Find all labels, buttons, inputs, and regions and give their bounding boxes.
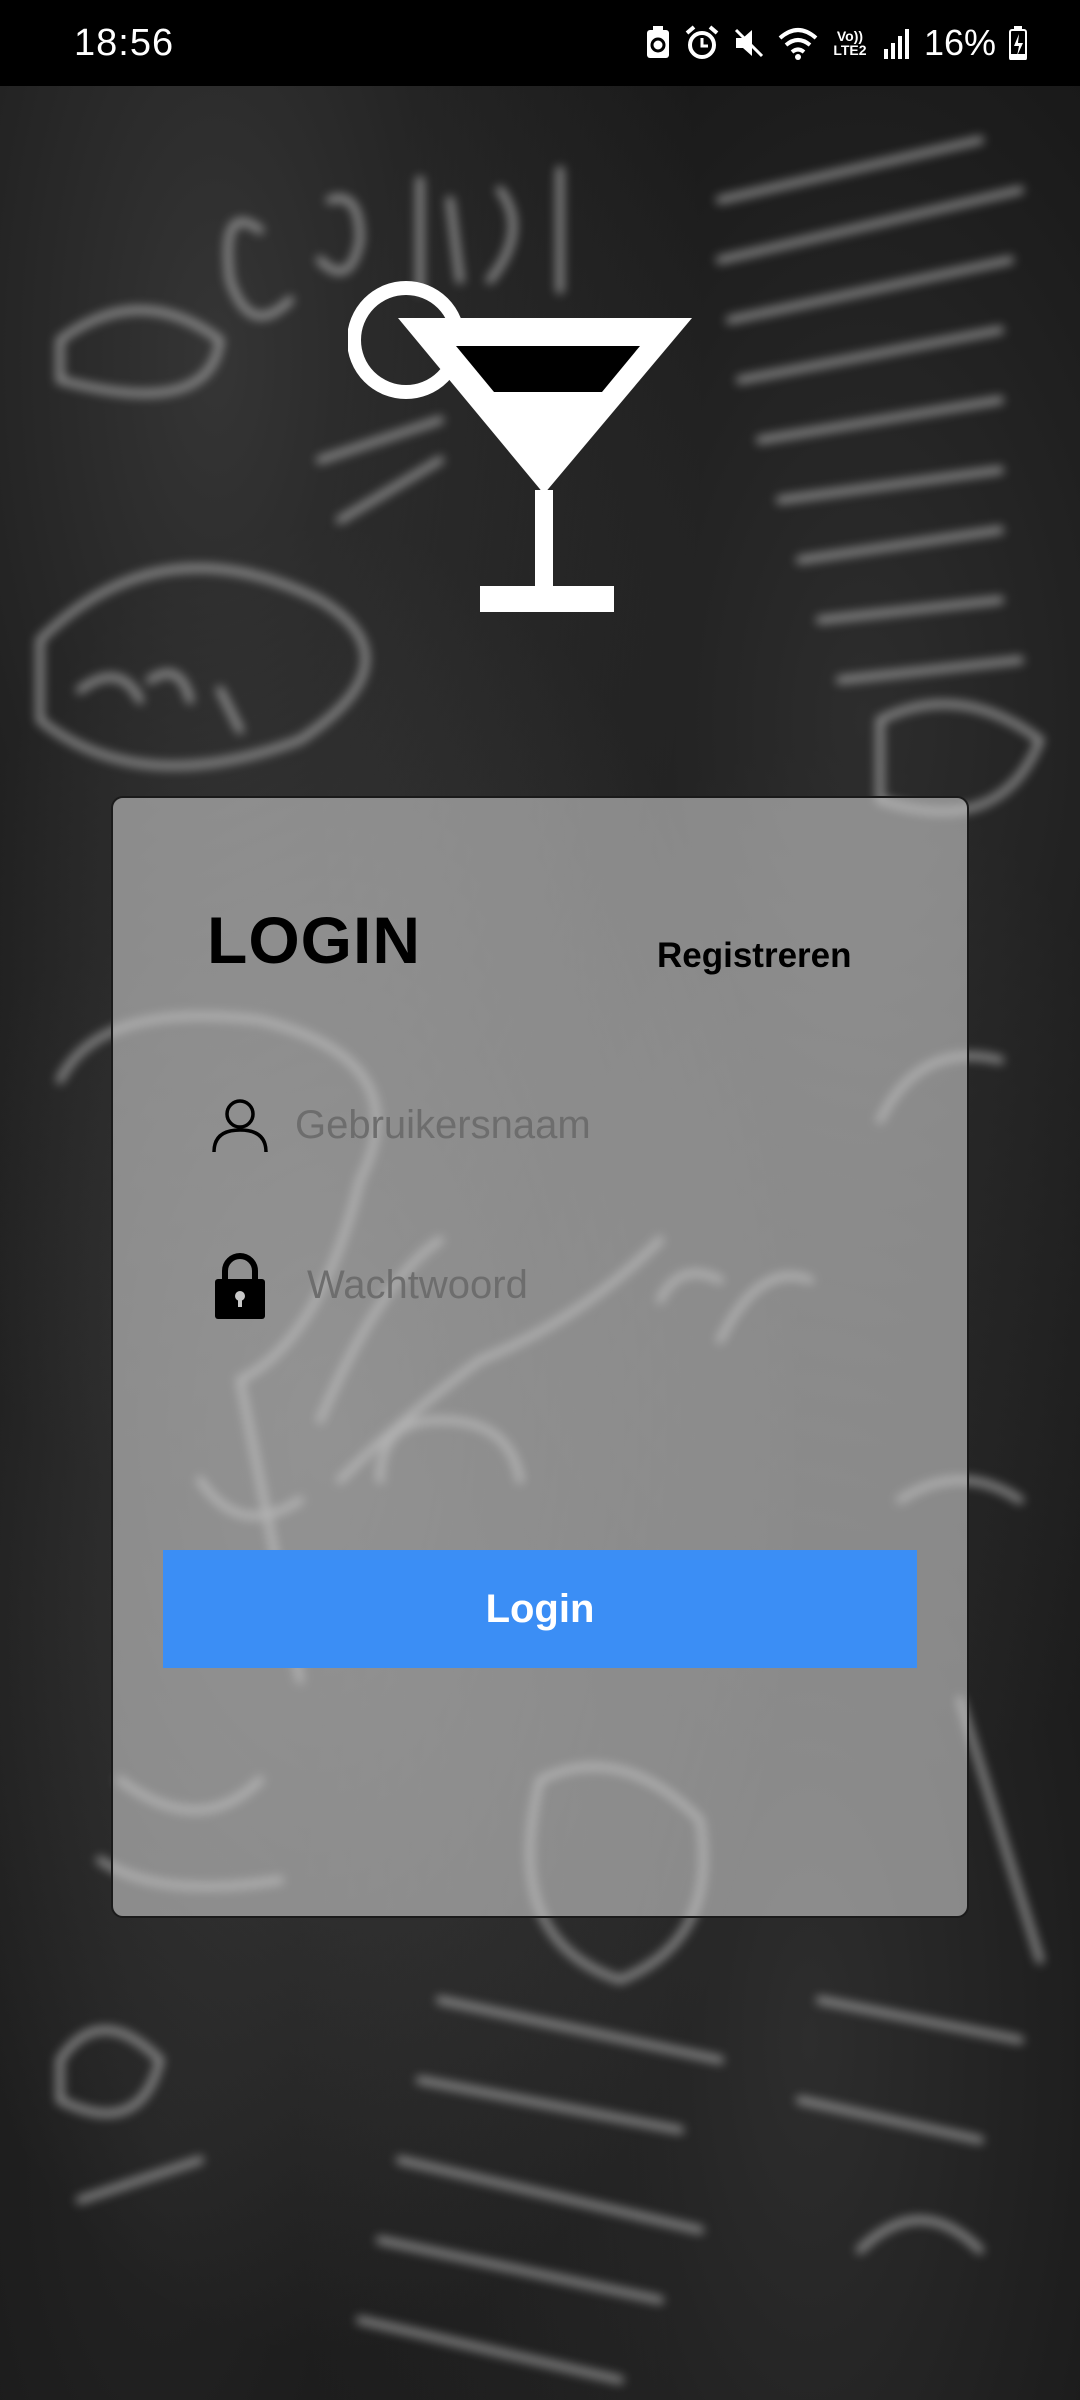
login-card: LOGIN Registreren Login xyxy=(111,796,969,1918)
status-bar: 18:56 Vo)) LTE2 16% xyxy=(0,0,1080,86)
alarm-icon xyxy=(685,25,719,59)
status-time: 18:56 xyxy=(74,21,175,64)
register-link[interactable]: Registreren xyxy=(657,936,852,976)
status-icons: Vo)) LTE2 16% xyxy=(644,22,1028,64)
app-screen: 18:56 Vo)) LTE2 16% LOGIN Registreren Ge… xyxy=(0,0,1080,2400)
login-title: LOGIN xyxy=(207,903,421,977)
user-icon xyxy=(212,1099,268,1153)
battery-charging-icon xyxy=(1009,26,1027,60)
battery-percent: 16% xyxy=(923,22,996,63)
password-input[interactable] xyxy=(305,1249,849,1321)
network-type-label: Vo)) LTE2 xyxy=(833,28,867,58)
lock-icon xyxy=(215,1253,265,1319)
username-input[interactable] xyxy=(293,1089,837,1161)
username-field xyxy=(209,1080,869,1170)
signal-icon xyxy=(883,29,909,59)
mute-icon xyxy=(734,28,763,58)
login-button[interactable]: Login xyxy=(163,1550,917,1668)
wifi-icon xyxy=(778,28,818,60)
cocktail-glass-icon xyxy=(348,281,692,612)
battery-saver-icon xyxy=(646,26,669,58)
password-field xyxy=(209,1240,869,1330)
